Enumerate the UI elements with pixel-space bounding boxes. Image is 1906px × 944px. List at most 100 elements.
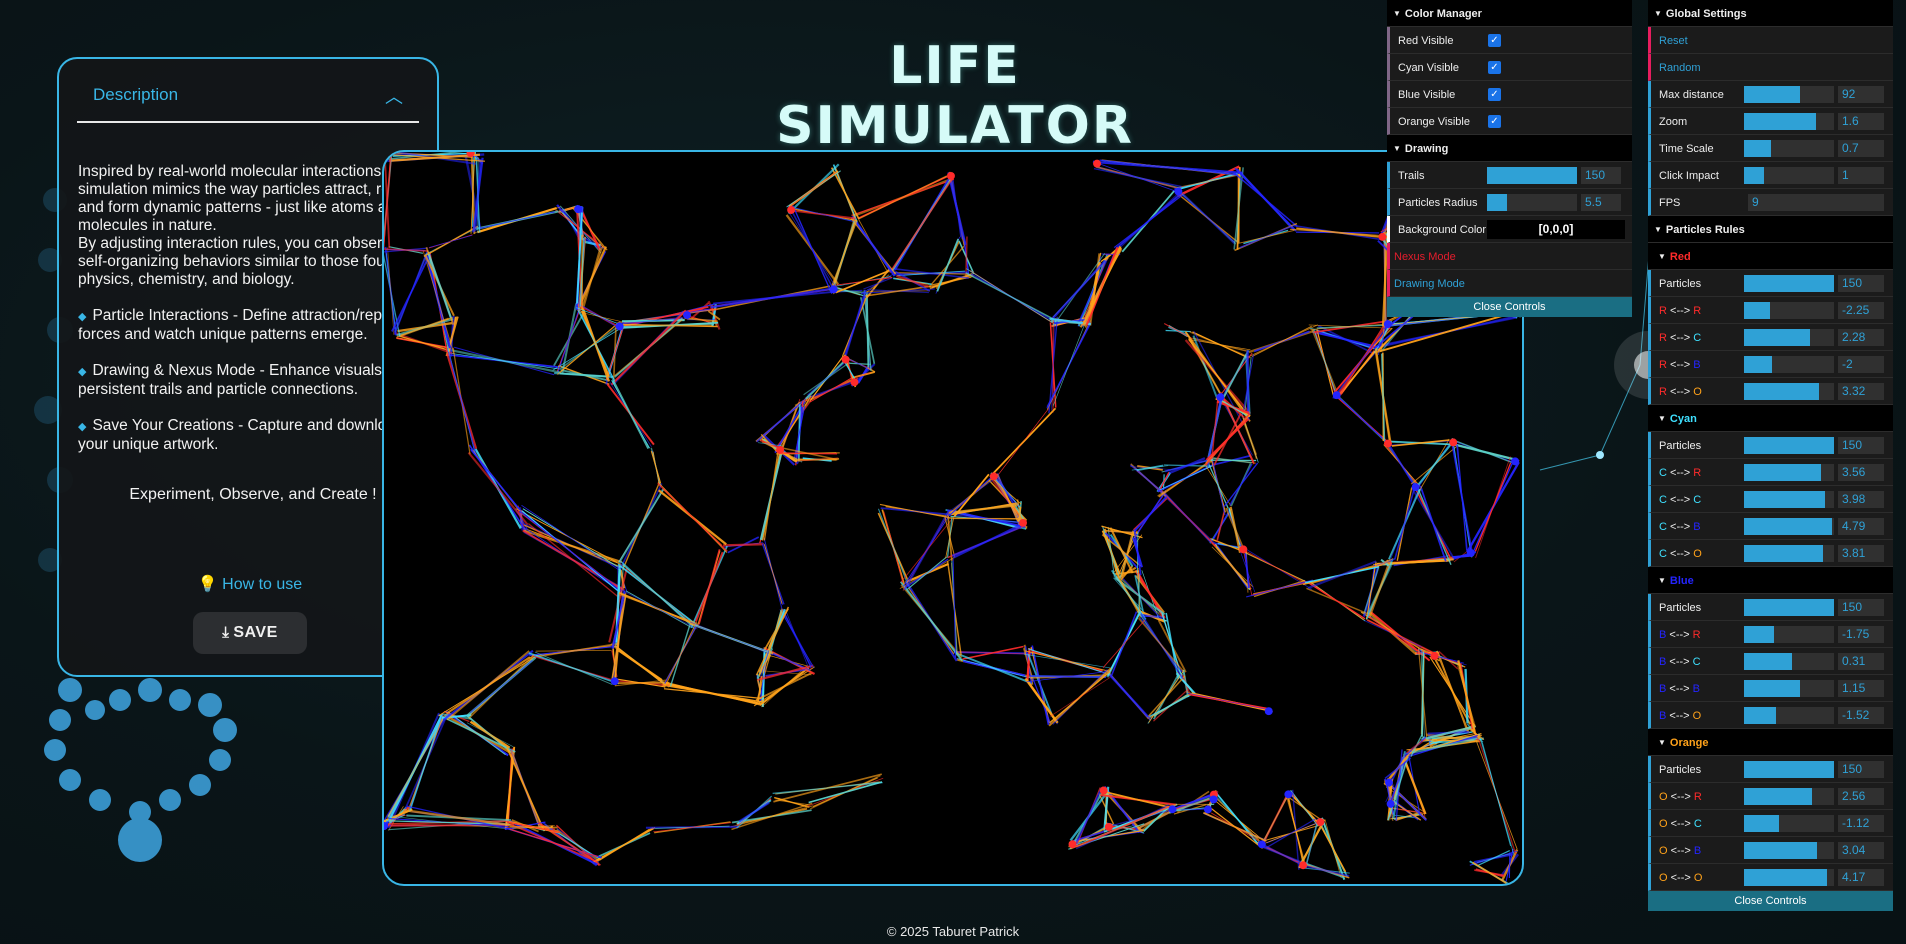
particles-slider[interactable]: [1744, 275, 1834, 292]
red-visible-toggle[interactable]: Red Visible ✓: [1387, 27, 1632, 54]
rule-value[interactable]: -1.52: [1838, 707, 1884, 724]
nexus-mode-button[interactable]: Nexus Mode: [1387, 243, 1632, 270]
rule-from: R: [1659, 305, 1667, 317]
rule-to: B: [1693, 359, 1701, 371]
rule-value[interactable]: 3.04: [1838, 842, 1884, 859]
rule-group-header[interactable]: ▼ Red: [1648, 243, 1893, 270]
trails-value[interactable]: 150: [1581, 167, 1621, 184]
caret-down-icon: ▼: [1658, 414, 1666, 423]
chevron-up-icon[interactable]: ︿: [385, 83, 403, 109]
group-name: Red: [1669, 251, 1691, 263]
rule-slider[interactable]: [1744, 680, 1834, 697]
rule-value[interactable]: 3.98: [1838, 491, 1884, 508]
rule-value[interactable]: 4.17: [1838, 869, 1884, 886]
rule-value[interactable]: 3.81: [1838, 545, 1884, 562]
rule-value[interactable]: 3.56: [1838, 464, 1884, 481]
orange-visible-toggle[interactable]: Orange Visible ✓: [1387, 108, 1632, 135]
global-slider[interactable]: [1744, 167, 1834, 184]
rule-slider-row: R <--> O 3.32: [1648, 378, 1893, 405]
rule-slider[interactable]: [1744, 545, 1834, 562]
particle-node: [574, 205, 583, 214]
rule-slider[interactable]: [1744, 518, 1834, 535]
drawing-mode-button[interactable]: Drawing Mode: [1387, 270, 1632, 297]
close-controls-button[interactable]: Close Controls: [1648, 891, 1893, 911]
folder-title: Global Settings: [1665, 8, 1747, 20]
rule-label: C <--> B: [1659, 521, 1701, 533]
rule-arrow: <-->: [1670, 818, 1691, 830]
rule-slider[interactable]: [1744, 491, 1834, 508]
rule-slider[interactable]: [1744, 653, 1834, 670]
rule-value[interactable]: -1.75: [1838, 626, 1884, 643]
particles-slider[interactable]: [1744, 437, 1834, 454]
rule-slider[interactable]: [1744, 302, 1834, 319]
rule-group-header[interactable]: ▼ Cyan: [1648, 405, 1893, 432]
global-slider-value[interactable]: 92: [1838, 86, 1884, 103]
rule-to: R: [1693, 305, 1702, 317]
rule-value[interactable]: -2.25: [1838, 302, 1884, 319]
checkbox-checked[interactable]: ✓: [1488, 61, 1501, 74]
particles-count-row: Particles 150: [1648, 270, 1893, 297]
rule-slider[interactable]: [1744, 464, 1834, 481]
background-color-input[interactable]: [0,0,0]: [1487, 220, 1625, 239]
rule-slider[interactable]: [1744, 356, 1834, 373]
particles-value[interactable]: 150: [1838, 437, 1884, 454]
rule-arrow: <-->: [1670, 467, 1691, 479]
global-slider-value[interactable]: 0.7: [1838, 140, 1884, 157]
global-settings-folder[interactable]: ▼ Global Settings: [1648, 0, 1893, 27]
rule-to: C: [1693, 494, 1702, 506]
color-manager-folder[interactable]: ▼ Color Manager: [1387, 0, 1632, 27]
rule-value[interactable]: 4.79: [1838, 518, 1884, 535]
cyan-visible-toggle[interactable]: Cyan Visible ✓: [1387, 54, 1632, 81]
rule-value[interactable]: 0.31: [1838, 653, 1884, 670]
simulation-canvas[interactable]: [382, 150, 1524, 886]
reset-button[interactable]: Reset: [1648, 27, 1893, 54]
rule-slider[interactable]: [1744, 815, 1834, 832]
rule-value[interactable]: 2.28: [1838, 329, 1884, 346]
particles-slider[interactable]: [1744, 761, 1834, 778]
particle-node: [1216, 393, 1225, 402]
checkbox-checked[interactable]: ✓: [1488, 88, 1501, 101]
rule-value[interactable]: 2.56: [1838, 788, 1884, 805]
particles-rules-folder[interactable]: ▼ Particles Rules: [1648, 216, 1893, 243]
rule-slider[interactable]: [1744, 869, 1834, 886]
blue-visible-toggle[interactable]: Blue Visible ✓: [1387, 81, 1632, 108]
rule-value[interactable]: 1.15: [1838, 680, 1884, 697]
drawing-folder[interactable]: ▼ Drawing: [1387, 135, 1632, 162]
particles-slider[interactable]: [1744, 599, 1834, 616]
global-slider-value[interactable]: 1: [1838, 167, 1884, 184]
radius-value[interactable]: 5.5: [1581, 194, 1621, 211]
rule-slider[interactable]: [1744, 329, 1834, 346]
rule-group-header[interactable]: ▼ Blue: [1648, 567, 1893, 594]
description-accordion-header[interactable]: Description ︿: [77, 79, 419, 123]
rule-value[interactable]: -2: [1838, 356, 1884, 373]
rule-slider[interactable]: [1744, 842, 1834, 859]
random-button[interactable]: Random: [1648, 54, 1893, 81]
radius-slider[interactable]: [1487, 194, 1577, 211]
particles-value[interactable]: 150: [1838, 761, 1884, 778]
diamond-icon: ◆: [78, 421, 87, 433]
close-controls-button[interactable]: Close Controls: [1387, 297, 1632, 317]
checkbox-checked[interactable]: ✓: [1488, 115, 1501, 128]
checkbox-checked[interactable]: ✓: [1488, 34, 1501, 47]
network-lines: [384, 152, 1522, 884]
global-slider[interactable]: [1744, 113, 1834, 130]
particles-value[interactable]: 150: [1838, 599, 1884, 616]
rule-slider[interactable]: [1744, 383, 1834, 400]
rule-value[interactable]: 3.32: [1838, 383, 1884, 400]
particle-node: [850, 378, 859, 387]
rule-slider[interactable]: [1744, 788, 1834, 805]
particles-value[interactable]: 150: [1838, 275, 1884, 292]
button-label: Nexus Mode: [1394, 251, 1456, 263]
rule-slider[interactable]: [1744, 626, 1834, 643]
global-slider[interactable]: [1744, 140, 1834, 157]
rule-slider[interactable]: [1744, 707, 1834, 724]
global-slider-value[interactable]: 1.6: [1838, 113, 1884, 130]
rule-group-header[interactable]: ▼ Orange: [1648, 729, 1893, 756]
rule-slider-row: O <--> B 3.04: [1648, 837, 1893, 864]
save-button[interactable]: ⤓ SAVE: [193, 612, 307, 654]
trails-slider[interactable]: [1487, 167, 1577, 184]
rule-slider-row: O <--> R 2.56: [1648, 783, 1893, 810]
rule-from: C: [1659, 521, 1667, 533]
rule-value[interactable]: -1.12: [1838, 815, 1884, 832]
global-slider[interactable]: [1744, 86, 1834, 103]
